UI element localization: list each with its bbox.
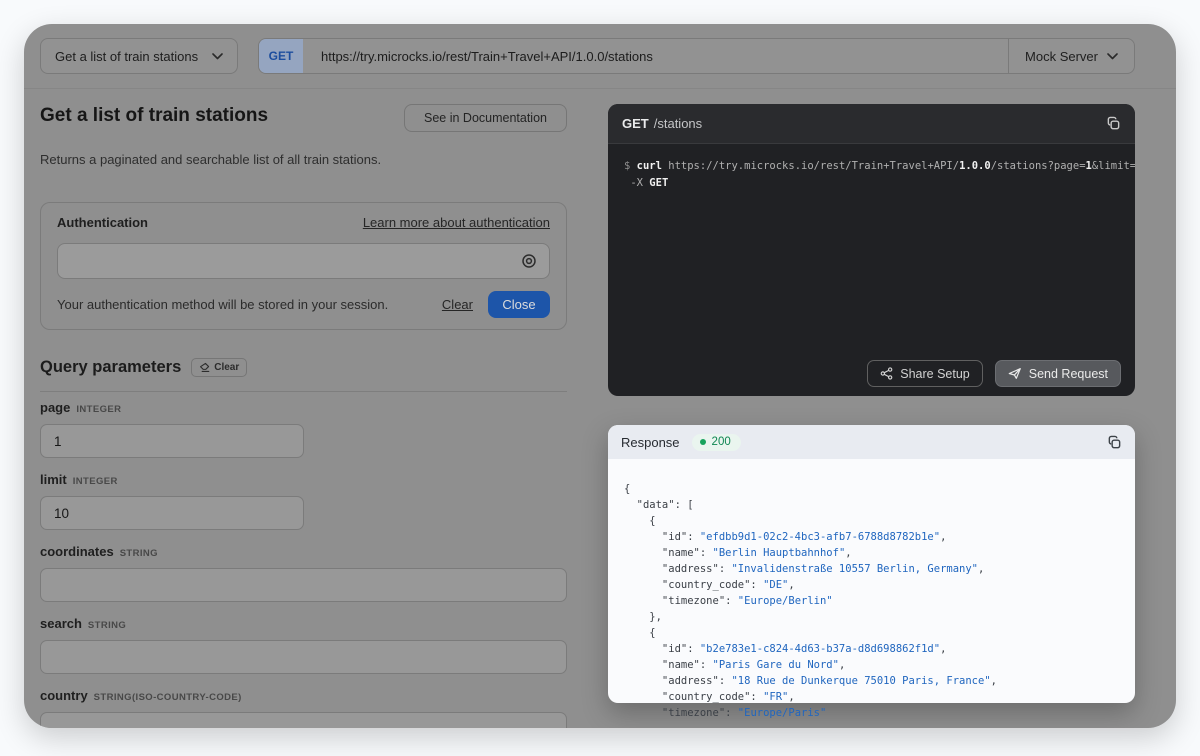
param-field-page: page INTEGER <box>40 400 304 458</box>
param-input-country[interactable] <box>40 712 567 728</box>
code-line: -X GET <box>624 175 1119 192</box>
share-setup-button[interactable]: Share Setup <box>867 360 983 387</box>
section-divider <box>40 391 567 392</box>
see-in-documentation-button[interactable]: See in Documentation <box>404 104 567 132</box>
chevron-down-icon <box>1107 53 1118 60</box>
json-line: "id": "b2e783e1-c824-4d63-b37a-d8d698862… <box>624 641 1119 657</box>
share-icon <box>880 367 893 380</box>
query-params-clear-button[interactable]: Clear <box>191 358 247 377</box>
json-line: { <box>624 513 1119 529</box>
param-field-limit: limit INTEGER <box>40 472 304 530</box>
param-field-coordinates: coordinates STRING <box>40 544 567 602</box>
json-line: "address": "Invalidenstraße 10557 Berlin… <box>624 561 1119 577</box>
authentication-card: Authentication Learn more about authenti… <box>40 202 567 330</box>
json-line: "name": "Paris Gare du Nord", <box>624 657 1119 673</box>
server-select-label: Mock Server <box>1025 49 1098 64</box>
send-request-button[interactable]: Send Request <box>995 360 1121 387</box>
response-card: Response 200 { "data": [ { "id": "efdbb9… <box>608 425 1135 703</box>
method-chip: GET <box>259 39 303 73</box>
json-line: "id": "efdbb9d1-02c2-4bc3-afb7-6788d8782… <box>624 529 1119 545</box>
auth-session-note: Your authentication method will be store… <box>57 297 442 312</box>
param-type: STRING <box>88 620 126 631</box>
server-select[interactable]: Mock Server <box>1008 39 1134 73</box>
json-line: "country_code": "FR", <box>624 689 1119 705</box>
param-name: country <box>40 688 88 703</box>
status-badge: 200 <box>692 434 741 451</box>
json-line: }, <box>624 609 1119 625</box>
learn-more-authentication-link[interactable]: Learn more about authentication <box>363 215 550 230</box>
address-bar: GET https://try.microcks.io/rest/Train+T… <box>258 38 1135 74</box>
authentication-title: Authentication <box>57 215 148 230</box>
param-name: coordinates <box>40 544 114 559</box>
copy-icon <box>1107 435 1122 450</box>
json-line: { <box>624 625 1119 641</box>
status-code: 200 <box>712 436 731 448</box>
send-request-label: Send Request <box>1029 367 1108 381</box>
param-type: INTEGER <box>73 476 118 487</box>
param-field-search: search STRING <box>40 616 567 674</box>
query-parameters-title: Query parameters <box>40 358 181 377</box>
param-type: INTEGER <box>76 404 121 415</box>
reveal-icon <box>521 253 537 269</box>
request-title-path: /stations <box>654 116 702 131</box>
param-input-page[interactable] <box>40 424 304 458</box>
json-line: "timezone": "Europe/Berlin" <box>624 593 1119 609</box>
copy-response-button[interactable] <box>1107 435 1122 450</box>
auth-close-button[interactable]: Close <box>488 291 550 318</box>
page-title: Get a list of train stations <box>40 105 268 127</box>
param-name: limit <box>40 472 67 487</box>
param-name: page <box>40 400 70 415</box>
response-json: { "data": [ { "id": "efdbb9d1-02c2-4bc3-… <box>608 459 1135 728</box>
param-type: STRING(ISO-COUNTRY-CODE) <box>94 692 242 703</box>
auth-token-input[interactable] <box>58 254 509 269</box>
send-icon <box>1008 367 1022 380</box>
copy-request-button[interactable] <box>1106 116 1121 131</box>
auth-clear-link[interactable]: Clear <box>442 297 473 312</box>
param-type: STRING <box>120 548 158 559</box>
json-line: "name": "Berlin Hauptbahnhof", <box>624 545 1119 561</box>
app-window: Get a list of train stations GET https:/… <box>24 24 1176 728</box>
auth-token-field-wrap <box>57 243 550 279</box>
param-input-coordinates[interactable] <box>40 568 567 602</box>
operation-select-label: Get a list of train stations <box>55 49 198 64</box>
share-setup-label: Share Setup <box>900 367 970 381</box>
request-title-method: GET <box>622 116 649 131</box>
query-params-clear-label: Clear <box>214 362 239 373</box>
eraser-icon <box>199 362 210 373</box>
json-line: "timezone": "Europe/Paris" <box>624 705 1119 721</box>
chevron-down-icon <box>212 53 223 60</box>
response-title: Response <box>621 435 680 450</box>
status-dot <box>700 439 706 445</box>
param-input-limit[interactable] <box>40 496 304 530</box>
request-preview-card: GET /stations $ curl https://try.microck… <box>608 104 1135 396</box>
operation-select[interactable]: Get a list of train stations <box>40 38 238 74</box>
json-line: "address": "18 Rue de Dunkerque 75010 Pa… <box>624 673 1119 689</box>
param-name: search <box>40 616 82 631</box>
topbar-divider <box>24 88 1176 89</box>
param-field-country: country STRING(ISO-COUNTRY-CODE) <box>40 688 567 728</box>
json-line: "data": [ <box>624 497 1119 513</box>
json-line: "country_code": "DE", <box>624 577 1119 593</box>
copy-icon <box>1106 116 1121 131</box>
json-line: { <box>624 481 1119 497</box>
reveal-token-button[interactable] <box>509 253 549 269</box>
request-url: https://try.microcks.io/rest/Train+Trave… <box>303 49 1008 64</box>
param-input-search[interactable] <box>40 640 567 674</box>
curl-snippet: $ curl https://try.microcks.io/rest/Trai… <box>608 144 1135 192</box>
endpoint-description: Returns a paginated and searchable list … <box>40 152 381 167</box>
code-line: $ curl https://try.microcks.io/rest/Trai… <box>624 158 1119 175</box>
